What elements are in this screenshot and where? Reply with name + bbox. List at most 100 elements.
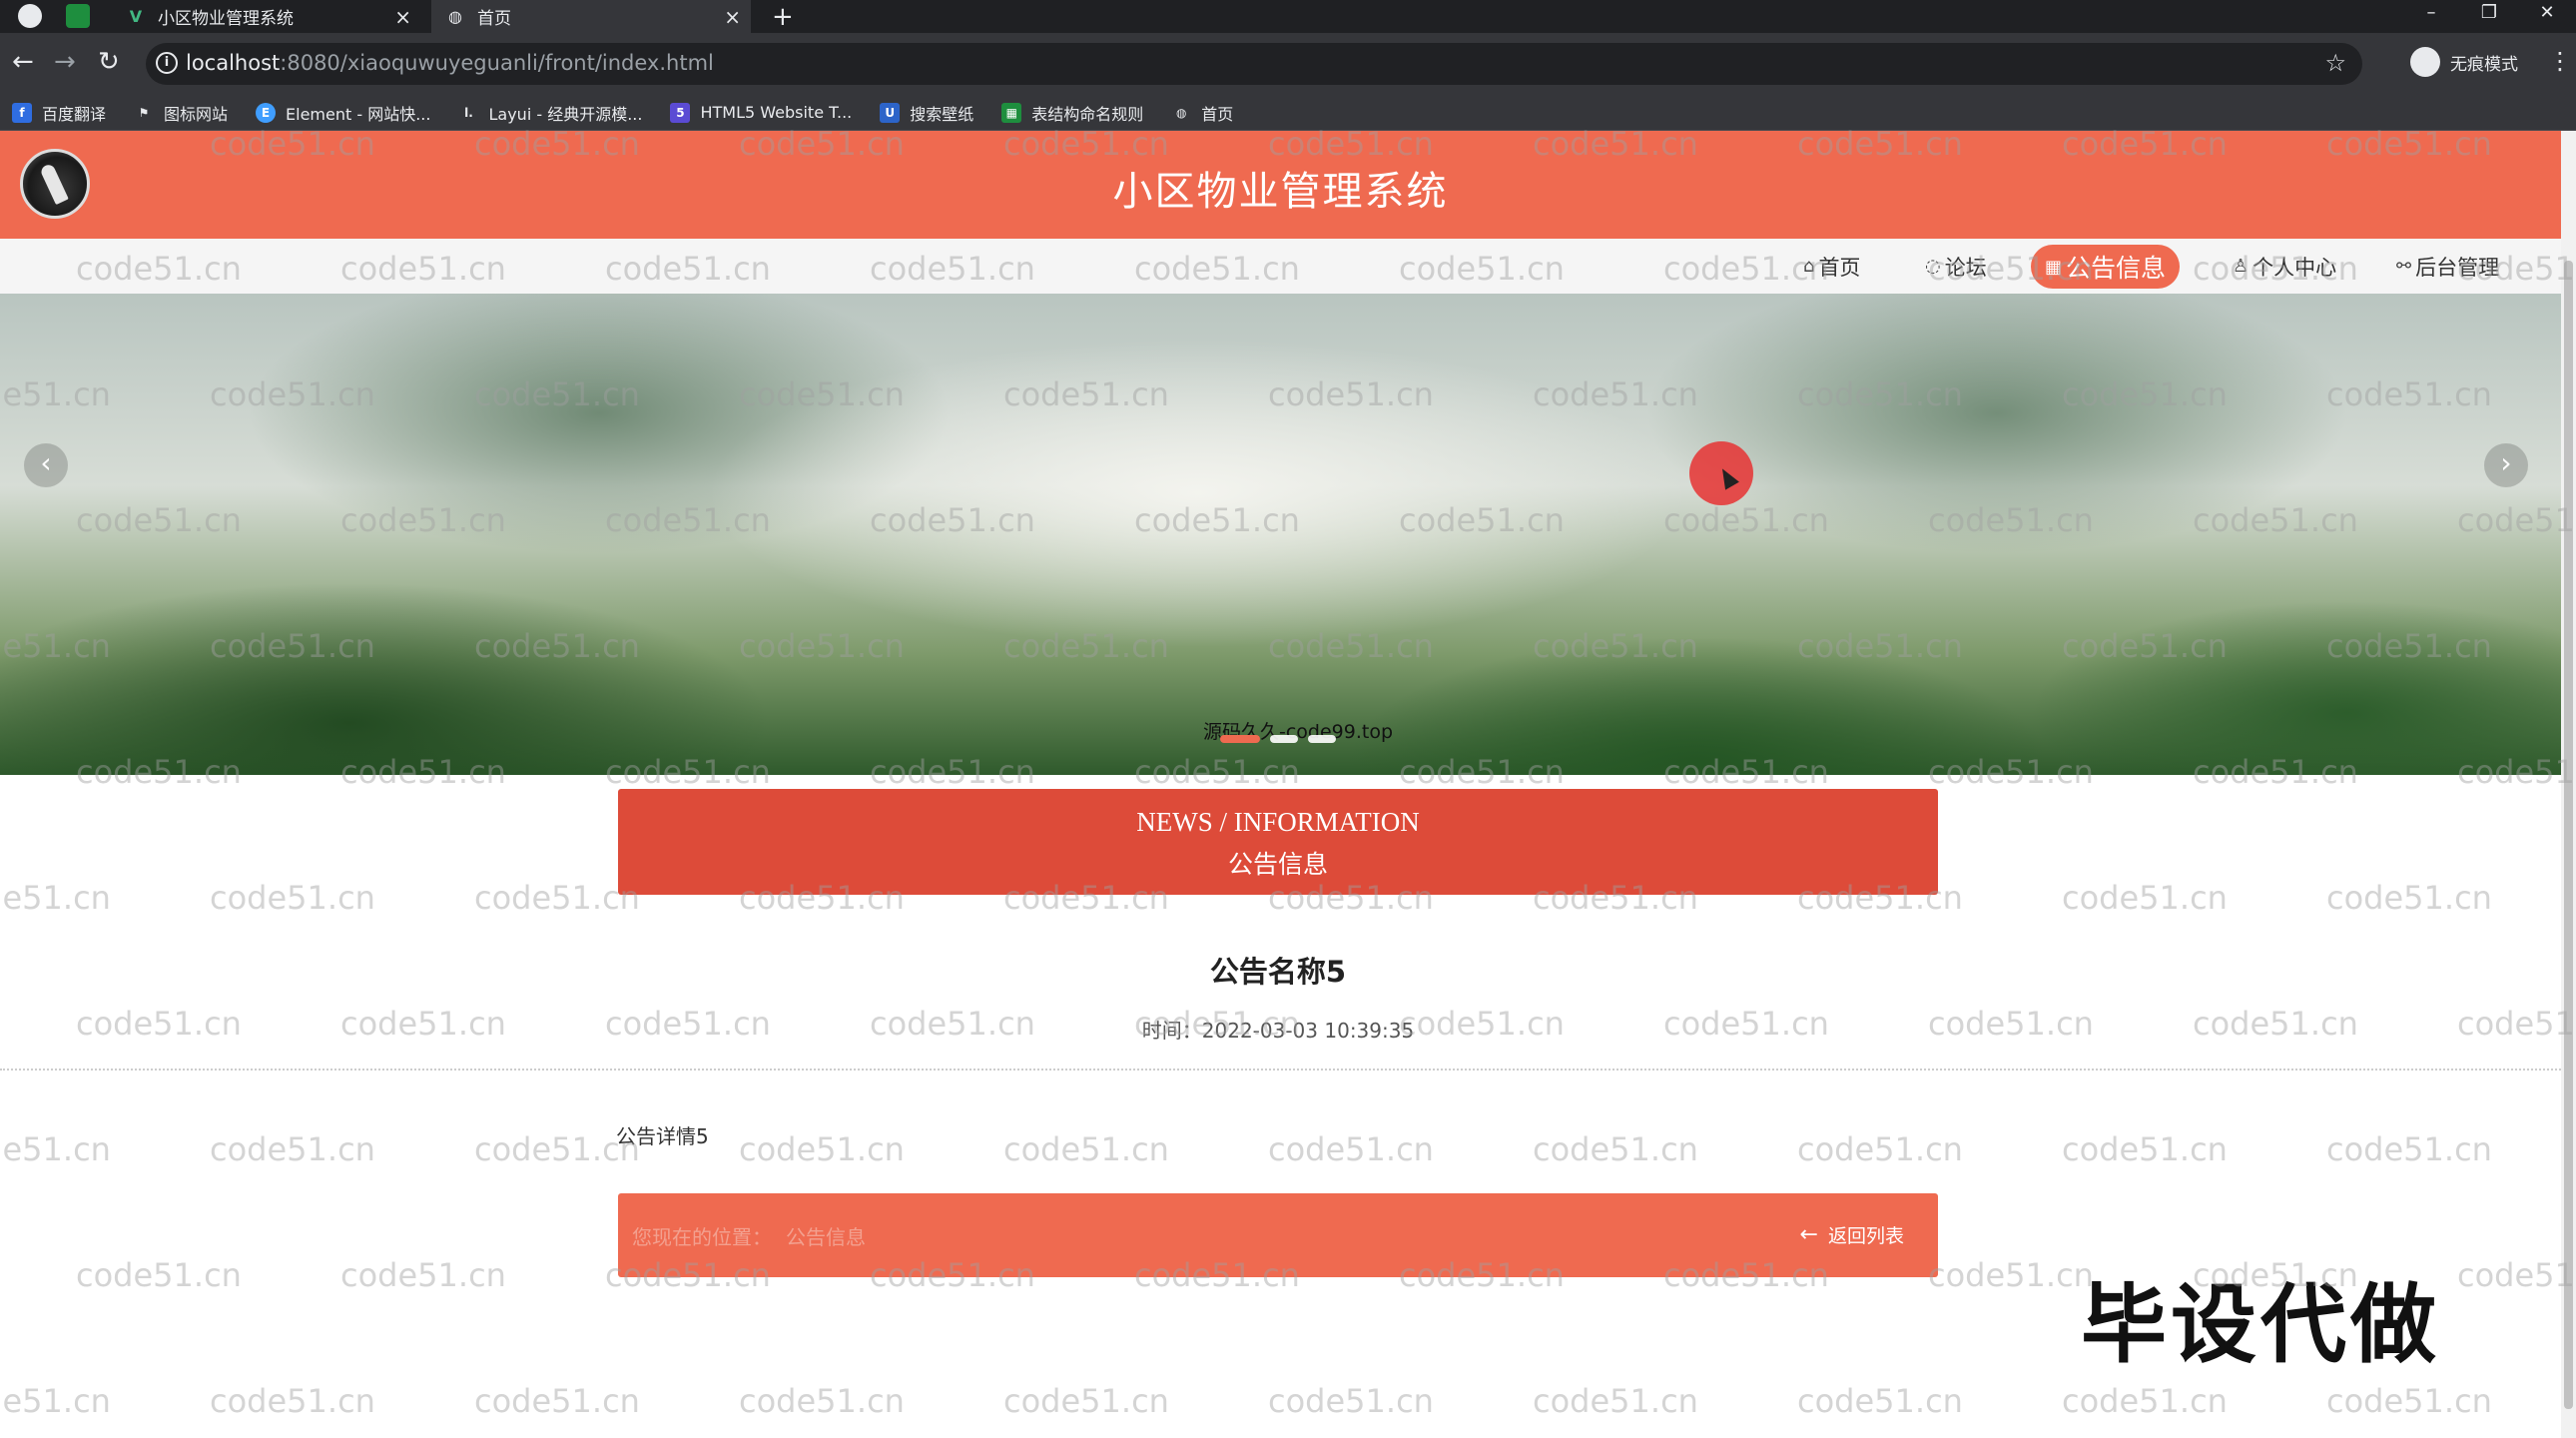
watermark-text: code51.cn — [1797, 1130, 1963, 1168]
chevron-left-icon[interactable]: ‹ — [24, 443, 68, 487]
nav-item-notices[interactable]: ▦ 公告信息 — [2031, 245, 2181, 289]
home-icon: ⌂ — [1803, 256, 1815, 277]
element-icon: E — [256, 102, 277, 123]
watermark-text: code51.cn — [2193, 1005, 2358, 1043]
address-bar[interactable]: i localhost:8080/xiaoquwuyeguanli/front/… — [146, 43, 2362, 85]
scroll-thumb[interactable] — [2564, 261, 2573, 1409]
nav-item-admin[interactable]: ⚯ 后台管理 — [2396, 239, 2499, 294]
site-title: 小区物业管理系统 — [1112, 169, 1449, 215]
breadcrumb-label: 您现在的位置： — [632, 1225, 772, 1249]
link-icon: ⚯ — [2396, 256, 2412, 277]
watermark-text: code51.cn — [1533, 1130, 1698, 1168]
watermark-text: code51.cn — [2326, 879, 2492, 917]
globe-icon: ◍ — [448, 7, 462, 26]
vue-icon: V — [129, 7, 143, 26]
watermark-text: code51.cn — [739, 1382, 905, 1420]
watermark-text: code51.cn — [2062, 879, 2228, 917]
reload-icon[interactable]: ↻ — [98, 47, 120, 77]
new-tab-icon[interactable]: + — [772, 2, 794, 32]
bookmark-item[interactable]: f 百度翻译 — [12, 101, 106, 125]
watermark-text: code51.cn — [1928, 1005, 2094, 1043]
bookmark-star-icon[interactable]: ☆ — [2324, 49, 2346, 77]
close-icon[interactable]: × — [724, 5, 741, 29]
more-menu-icon[interactable]: ⋮ — [2548, 47, 2572, 75]
globe-icon: ◍ — [1176, 105, 1187, 120]
watermark-text: code51.cn — [76, 1005, 242, 1043]
watermark-text: code51.cn — [2457, 1256, 2576, 1294]
bookmark-item[interactable]: U 搜索壁纸 — [880, 101, 973, 125]
watermark-text: code51.cn — [739, 1130, 905, 1168]
window-close-icon[interactable]: ✕ — [2520, 0, 2574, 33]
watermark-text: code51.cn — [1797, 1382, 1963, 1420]
sheet-app-icon[interactable] — [66, 4, 90, 28]
watermark-text: code51.cn — [0, 1382, 111, 1420]
page-scrollbar[interactable] — [2561, 131, 2576, 1438]
watermark-text: code51.cn — [2326, 1130, 2492, 1168]
carousel-dot[interactable] — [1308, 735, 1336, 743]
section-title-zh: 公告信息 — [1227, 850, 1328, 879]
article-meta: 时间：2022-03-03 10:39:35 — [1141, 1019, 1415, 1043]
watermark-text: code51.cn — [1003, 1130, 1169, 1168]
carousel-dot[interactable] — [1220, 735, 1260, 743]
bookmark-item[interactable]: ⚑ 图标网站 — [134, 101, 228, 125]
breadcrumb: 您现在的位置： 公告信息 — [632, 1221, 880, 1250]
bookmark-item[interactable]: E Element - 网站快... — [256, 101, 430, 125]
flag-icon: ⚑ — [138, 105, 150, 120]
bookmark-item[interactable]: ◍ 首页 — [1171, 101, 1233, 125]
watermark-text: code51.cn — [1268, 1130, 1434, 1168]
watermark-text: code51.cn — [1003, 1382, 1169, 1420]
minimize-icon[interactable]: – — [2404, 0, 2458, 33]
watermark-text: code51.cn — [2326, 1382, 2492, 1420]
nav-item-home[interactable]: ⌂ 首页 — [1803, 239, 1860, 294]
watermark-text: code51.cn — [474, 1382, 640, 1420]
url-text[interactable]: localhost:8080/xiaoquwuyeguanli/front/in… — [186, 51, 714, 75]
bookmark-item[interactable]: l. Layui - 经典开源模... — [458, 101, 642, 125]
watermark-text: code51.cn — [76, 1256, 242, 1294]
bookmark-item[interactable]: 5 HTML5 Website T... — [670, 102, 852, 123]
chrome-menu-icon[interactable] — [18, 4, 42, 28]
watermark-text: code51.cn — [340, 1005, 506, 1043]
screen: V 小区物业管理系统 × ◍ 首页 × + – ❐ ✕ ← → ↻ i loca… — [0, 0, 2576, 1438]
chat-icon: ◌ — [1925, 256, 1941, 277]
info-icon[interactable]: i — [156, 52, 178, 74]
back-icon[interactable]: ← — [12, 47, 34, 77]
incognito-indicator[interactable]: 无痕模式 — [2410, 47, 2518, 77]
stamp-overlay: 毕设代做 — [2081, 1275, 2440, 1375]
watermark-text: code51.cn — [2457, 1005, 2576, 1043]
tab-property-system[interactable]: V 小区物业管理系统 × — [112, 0, 421, 33]
tab-title: 小区物业管理系统 — [158, 9, 294, 29]
watermark-text: code51.cn — [210, 1130, 375, 1168]
site-header: 小区物业管理系统 — [0, 131, 2561, 239]
sheet-icon: ▦ — [1001, 102, 1022, 123]
watermark-text: code51.cn — [210, 1382, 375, 1420]
restore-icon[interactable]: ❐ — [2462, 0, 2516, 33]
watermark-text: code51.cn — [0, 879, 111, 917]
carousel-dot[interactable] — [1270, 735, 1298, 743]
divider — [0, 1069, 2561, 1071]
wallpaper-icon: U — [880, 102, 901, 123]
article-body: 公告详情5 — [616, 1124, 709, 1148]
main-nav: ⌂ 首页 ◌ 论坛 ▦ 公告信息 ♙ 个人中心 ⚯ 后台管理 — [0, 239, 2561, 294]
nav-item-forum[interactable]: ◌ 论坛 — [1925, 239, 1987, 294]
arrow-left-icon: ← — [1799, 1222, 1818, 1247]
translate-icon: f — [12, 102, 32, 123]
banner-carousel[interactable]: ‹ › 源码久久-code99.top — [0, 294, 2561, 775]
watermark-text: code51.cn — [1928, 1256, 2094, 1294]
watermark-text: code51.cn — [2062, 1130, 2228, 1168]
tab-home[interactable]: ◍ 首页 × — [431, 0, 751, 33]
nav-item-profile[interactable]: ♙ 个人中心 — [2233, 239, 2336, 294]
chevron-right-icon[interactable]: › — [2484, 443, 2528, 487]
breadcrumb-bar: 您现在的位置： 公告信息 ← 返回列表 — [618, 1193, 1938, 1277]
breadcrumb-link[interactable]: 公告信息 — [786, 1225, 866, 1249]
section-header: NEWS / INFORMATION 公告信息 — [618, 789, 1938, 895]
incognito-icon — [2410, 47, 2440, 77]
watermark-text: code51.cn — [0, 1130, 111, 1168]
bookmark-item[interactable]: ▦ 表结构命名规则 — [1001, 101, 1143, 125]
section-title-en: NEWS / INFORMATION — [1136, 807, 1420, 837]
forward-icon[interactable]: → — [54, 47, 76, 77]
back-to-list-button[interactable]: ← 返回列表 — [1800, 1221, 1904, 1248]
close-icon[interactable]: × — [394, 5, 411, 29]
carousel-indicators — [1220, 735, 1336, 743]
html5-icon: 5 — [670, 102, 691, 123]
incognito-label: 无痕模式 — [2450, 54, 2518, 75]
